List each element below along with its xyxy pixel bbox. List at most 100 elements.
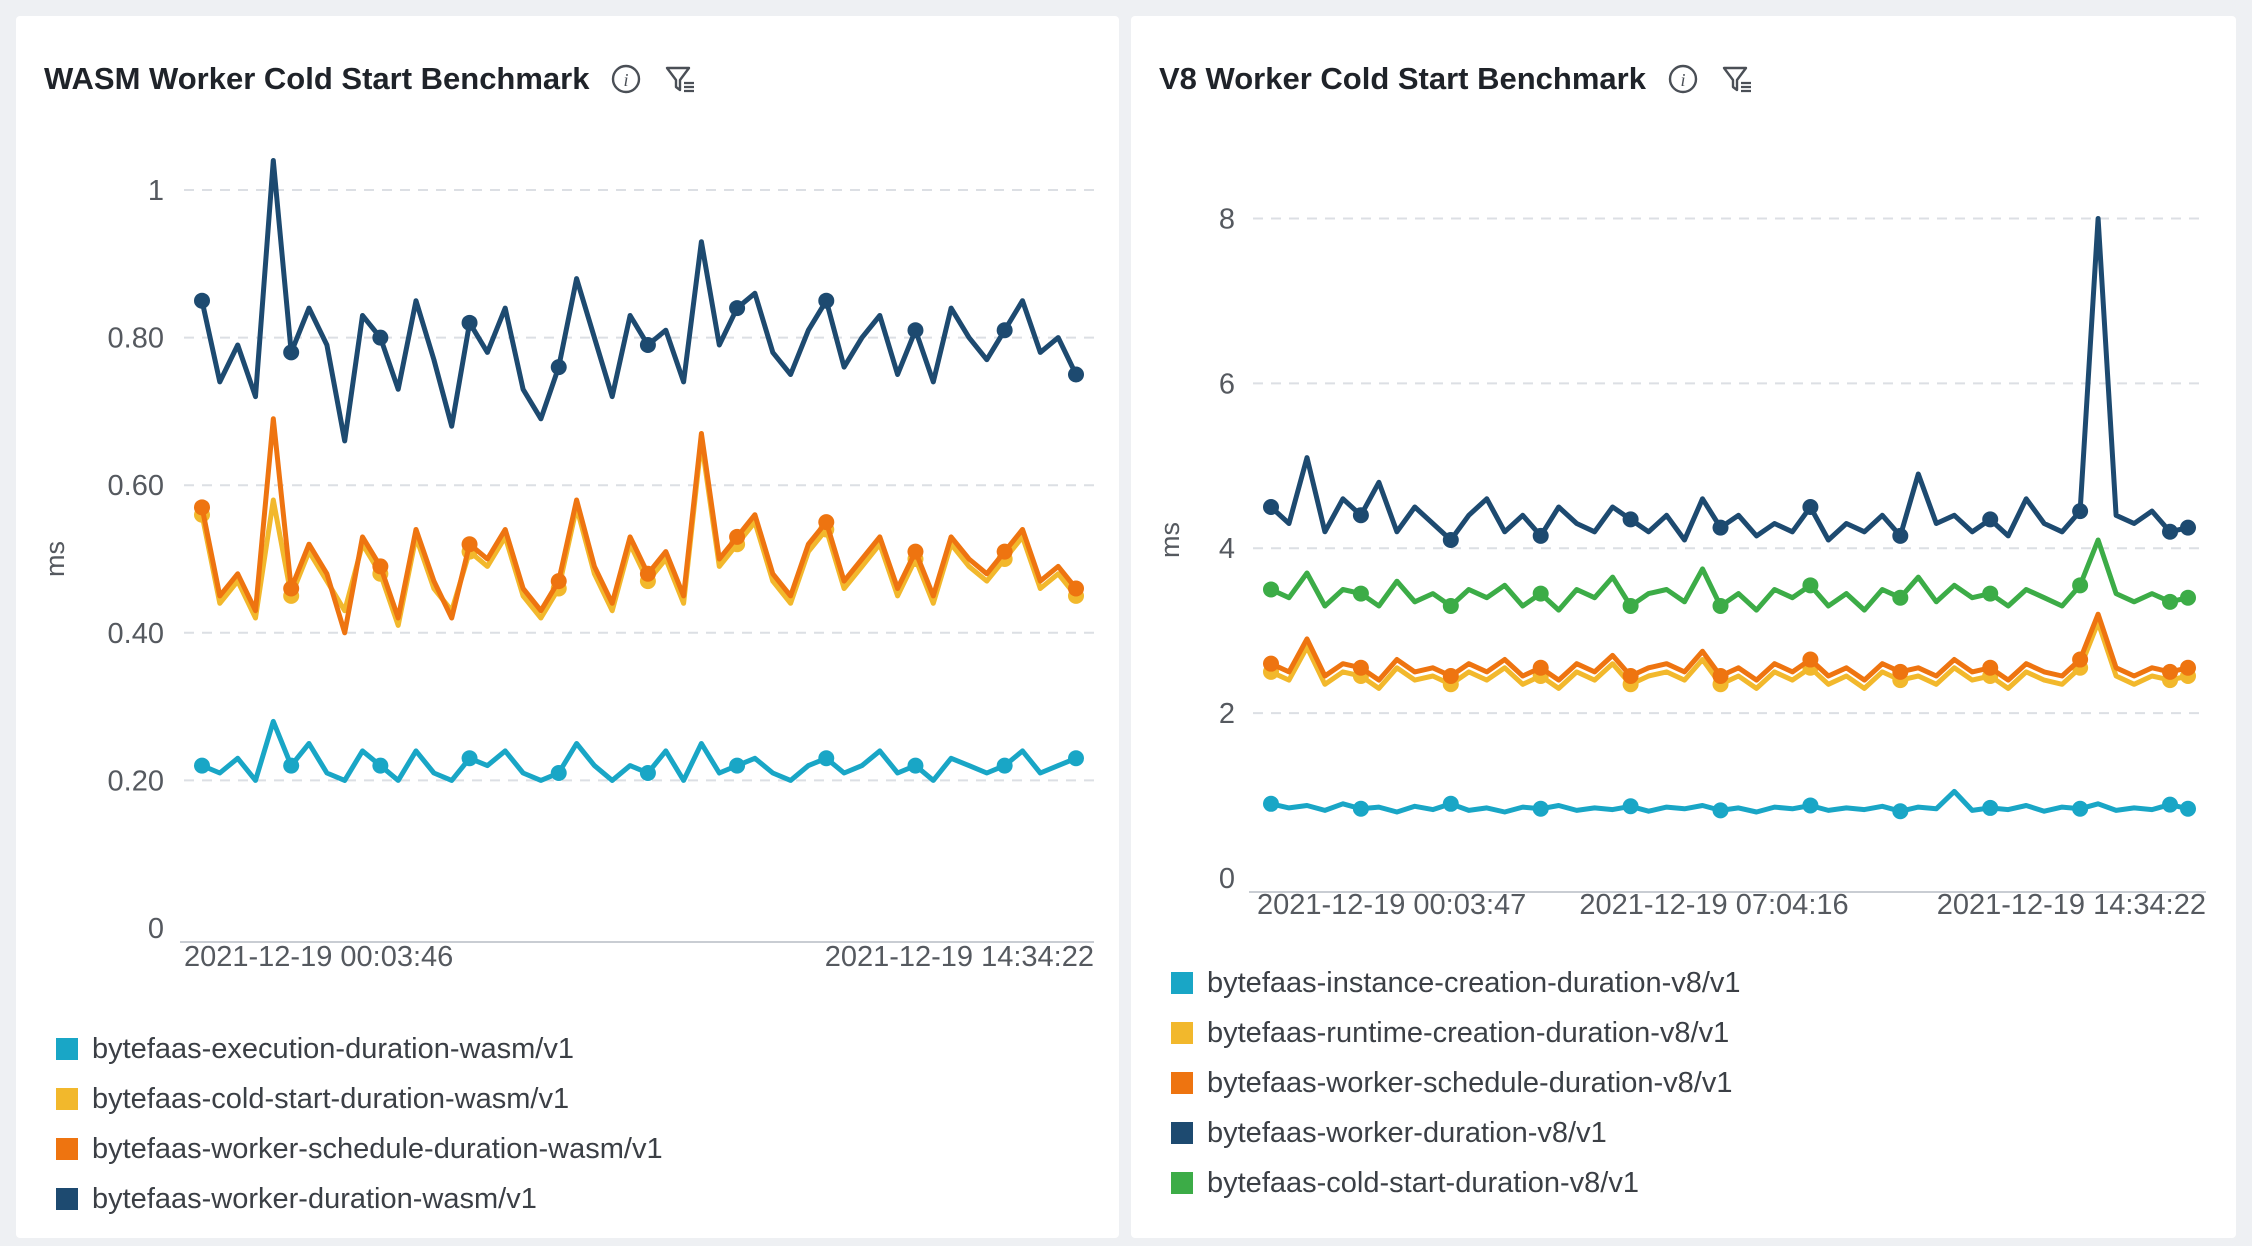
data-point[interactable]: [194, 292, 210, 309]
data-point[interactable]: [550, 573, 567, 590]
data-point[interactable]: [907, 543, 924, 560]
data-point[interactable]: [907, 757, 924, 774]
data-point[interactable]: [194, 499, 210, 516]
data-point[interactable]: [1982, 511, 1999, 528]
data-point[interactable]: [996, 757, 1013, 774]
legend-item[interactable]: bytefaas-worker-duration-v8/v1: [1171, 1108, 1741, 1158]
data-point[interactable]: [2180, 800, 2196, 817]
data-point[interactable]: [461, 536, 478, 553]
data-point[interactable]: [1442, 597, 1459, 614]
data-point[interactable]: [1442, 795, 1459, 812]
data-point[interactable]: [461, 750, 478, 767]
data-point[interactable]: [2162, 593, 2179, 610]
data-point[interactable]: [1532, 527, 1549, 544]
series-line[interactable]: [1268, 619, 2191, 691]
data-point[interactable]: [2180, 659, 2196, 676]
data-point[interactable]: [2180, 589, 2196, 606]
data-point[interactable]: [1802, 499, 1819, 516]
data-point[interactable]: [550, 765, 567, 782]
data-point[interactable]: [1352, 800, 1369, 817]
data-point[interactable]: [1892, 663, 1909, 680]
data-point[interactable]: [1622, 597, 1639, 614]
data-point[interactable]: [1622, 511, 1639, 528]
data-point[interactable]: [1982, 659, 1999, 676]
data-point[interactable]: [2162, 796, 2179, 813]
data-point[interactable]: [729, 528, 746, 545]
data-point[interactable]: [996, 543, 1013, 560]
y-tick-label: 8: [1219, 203, 1235, 235]
series-line[interactable]: [1268, 611, 2191, 683]
series-line[interactable]: [199, 158, 1079, 444]
data-point[interactable]: [818, 750, 835, 767]
data-point[interactable]: [1892, 527, 1909, 544]
data-point[interactable]: [1622, 798, 1639, 815]
legend-item[interactable]: bytefaas-instance-creation-duration-v8/v…: [1171, 958, 1741, 1008]
data-point[interactable]: [1892, 803, 1909, 820]
data-point[interactable]: [372, 558, 389, 575]
legend-item[interactable]: bytefaas-runtime-creation-duration-v8/v1: [1171, 1008, 1741, 1058]
legend-item[interactable]: bytefaas-worker-schedule-duration-wasm/v…: [56, 1124, 663, 1174]
data-point[interactable]: [1263, 795, 1279, 812]
data-point[interactable]: [550, 359, 567, 376]
data-point[interactable]: [372, 757, 389, 774]
series-line[interactable]: [1268, 537, 2191, 613]
data-point[interactable]: [1263, 499, 1279, 516]
legend-item[interactable]: bytefaas-worker-duration-wasm/v1: [56, 1174, 663, 1224]
data-point[interactable]: [1982, 585, 1999, 602]
series-line[interactable]: [1268, 788, 2191, 815]
data-point[interactable]: [1802, 577, 1819, 594]
series-line[interactable]: [199, 718, 1079, 783]
v8-benchmark-panel: V8 Worker Cold Start Benchmark i 0 2 4 6 8 ms…: [1131, 16, 2236, 1238]
data-point[interactable]: [461, 314, 478, 331]
data-point[interactable]: [818, 514, 835, 531]
data-point[interactable]: [1982, 799, 1999, 816]
data-point[interactable]: [1712, 802, 1729, 819]
data-point[interactable]: [1263, 581, 1279, 598]
data-point[interactable]: [1712, 519, 1729, 536]
data-point[interactable]: [639, 765, 656, 782]
data-point[interactable]: [2162, 663, 2179, 680]
data-point[interactable]: [907, 322, 924, 339]
data-point[interactable]: [1622, 668, 1639, 685]
data-point[interactable]: [2072, 651, 2089, 668]
data-point[interactable]: [639, 336, 656, 353]
series-line[interactable]: [199, 416, 1079, 636]
data-point[interactable]: [996, 322, 1013, 339]
data-point[interactable]: [1442, 532, 1459, 548]
data-point[interactable]: [1263, 655, 1279, 672]
legend-item[interactable]: bytefaas-cold-start-duration-v8/v1: [1171, 1158, 1741, 1208]
data-point[interactable]: [283, 757, 300, 774]
data-point[interactable]: [729, 757, 746, 774]
data-point[interactable]: [283, 580, 300, 597]
data-point[interactable]: [1068, 750, 1084, 767]
data-point[interactable]: [1068, 580, 1084, 597]
legend-item[interactable]: bytefaas-execution-duration-wasm/v1: [56, 1024, 663, 1074]
data-point[interactable]: [1352, 507, 1369, 524]
data-point[interactable]: [2072, 800, 2089, 817]
data-point[interactable]: [1532, 585, 1549, 602]
data-point[interactable]: [1442, 668, 1459, 685]
data-point[interactable]: [194, 757, 210, 774]
legend-item[interactable]: bytefaas-worker-schedule-duration-v8/v1: [1171, 1058, 1741, 1108]
data-point[interactable]: [729, 300, 746, 317]
data-point[interactable]: [1532, 659, 1549, 676]
data-point[interactable]: [283, 344, 300, 361]
data-point[interactable]: [1892, 589, 1909, 606]
data-point[interactable]: [1068, 366, 1084, 383]
data-point[interactable]: [818, 292, 835, 309]
data-point[interactable]: [639, 565, 656, 582]
data-point[interactable]: [1712, 597, 1729, 614]
data-point[interactable]: [2180, 519, 2196, 536]
data-point[interactable]: [2072, 503, 2089, 520]
data-point[interactable]: [1532, 800, 1549, 817]
data-point[interactable]: [372, 329, 389, 346]
data-point[interactable]: [1802, 797, 1819, 814]
data-point[interactable]: [1352, 585, 1369, 602]
data-point[interactable]: [2072, 577, 2089, 594]
data-point[interactable]: [1802, 651, 1819, 668]
data-point[interactable]: [1352, 659, 1369, 676]
legend-item[interactable]: bytefaas-cold-start-duration-wasm/v1: [56, 1074, 663, 1124]
series-line[interactable]: [1268, 216, 2191, 543]
data-point[interactable]: [1712, 668, 1729, 685]
data-point[interactable]: [2162, 523, 2179, 540]
